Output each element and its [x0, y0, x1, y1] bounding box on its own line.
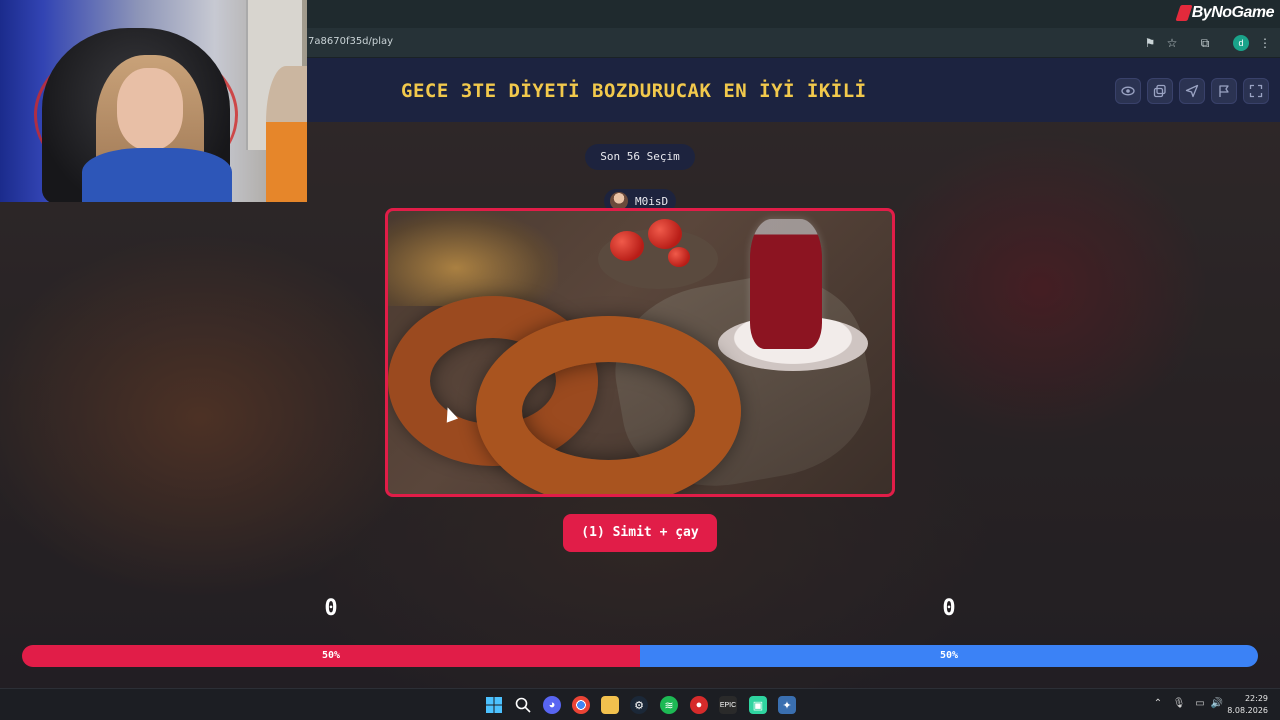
- bynogame-watermark: ByNoGame: [1175, 3, 1275, 23]
- tea-glass: [750, 219, 822, 349]
- game-title: GECE 3TE DİYETİ BOZDURUCAK EN İYİ İKİLİ: [401, 80, 867, 102]
- vote-split-bar: 50% 50%: [22, 645, 1258, 667]
- brand-text: ByNoGame: [1191, 4, 1275, 21]
- round-counter-badge: Son 56 Seçim: [585, 144, 695, 170]
- webcam-overlay: [0, 0, 307, 202]
- choice-button[interactable]: (1) Simit + çay: [563, 514, 717, 552]
- send-icon[interactable]: [1179, 78, 1205, 104]
- profile-avatar[interactable]: d: [1233, 35, 1249, 51]
- steam-icon[interactable]: ⚙: [630, 696, 648, 714]
- copy-icon[interactable]: [1147, 78, 1173, 104]
- bookmark-star-icon[interactable]: ☆: [1164, 35, 1180, 51]
- translate-icon[interactable]: ⚑: [1142, 35, 1158, 51]
- right-vote-fill: 50%: [640, 645, 1258, 667]
- url-text[interactable]: 7a8670f35d/play: [308, 36, 393, 47]
- microphone-icon[interactable]: 🎙: [1172, 697, 1186, 711]
- eye-icon[interactable]: [1115, 78, 1141, 104]
- search-icon[interactable]: [514, 696, 532, 714]
- tomato: [648, 219, 682, 249]
- submitter-name: M0isD: [635, 194, 669, 208]
- second-person: [266, 66, 307, 202]
- windows-start-icon[interactable]: [485, 696, 503, 714]
- extensions-icon[interactable]: ⧉: [1197, 35, 1213, 51]
- bynogame-logo-icon: [1175, 5, 1193, 21]
- simit-right: [476, 316, 741, 494]
- browser-menu-icon[interactable]: ⋮: [1257, 35, 1273, 51]
- system-clock[interactable]: 22:29 8.08.2026: [1227, 693, 1268, 717]
- file-explorer-icon[interactable]: [601, 696, 619, 714]
- discord-icon[interactable]: ◕: [543, 696, 561, 714]
- tomato: [610, 231, 644, 261]
- chrome-icon[interactable]: [572, 696, 590, 714]
- clock-time: 22:29: [1244, 694, 1268, 703]
- right-score: 0: [942, 596, 956, 621]
- wheat-decoration: [388, 211, 558, 306]
- clock-date: 8.08.2026: [1227, 706, 1268, 715]
- left-vote-fill: 50%: [22, 645, 640, 667]
- settings-app-icon[interactable]: ✦: [778, 696, 796, 714]
- flag-icon[interactable]: [1211, 78, 1237, 104]
- streamer-face: [117, 68, 183, 150]
- epic-games-icon[interactable]: EPIC: [719, 696, 737, 714]
- left-score: 0: [324, 596, 338, 621]
- chevron-up-icon[interactable]: ⌃: [1151, 697, 1165, 711]
- chat-app-icon[interactable]: ▣: [749, 696, 767, 714]
- screen: ByNoGame 7a8670f35d/play ⚑ ☆ ⧉ d ⋮ GECE …: [0, 0, 1280, 720]
- tomato: [668, 247, 690, 267]
- choice-image[interactable]: [385, 208, 895, 497]
- fullscreen-icon[interactable]: [1243, 78, 1269, 104]
- windows-taskbar: ◕ ⚙ ≋ ● EPIC ▣ ✦ ⌃ 🎙 ▭ 🔊 22:29 8.08.2026: [0, 688, 1280, 720]
- streamer-shirt: [82, 148, 232, 202]
- network-icon[interactable]: ▭: [1193, 697, 1207, 711]
- volume-icon[interactable]: 🔊: [1210, 697, 1224, 711]
- app-icon[interactable]: ●: [690, 696, 708, 714]
- spotify-icon[interactable]: ≋: [660, 696, 678, 714]
